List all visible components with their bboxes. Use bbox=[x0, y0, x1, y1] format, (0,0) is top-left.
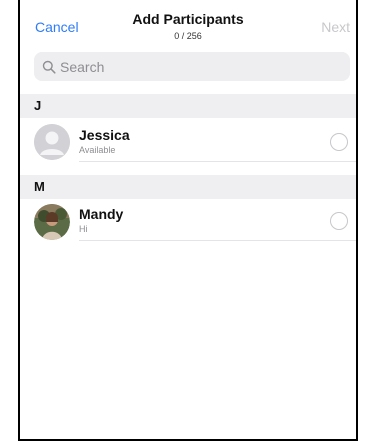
select-radio[interactable] bbox=[330, 133, 348, 151]
contact-status: Hi bbox=[79, 224, 88, 234]
contact-row-jessica[interactable]: Jessica Available bbox=[20, 121, 356, 163]
contact-name: Jessica bbox=[79, 127, 130, 143]
search-icon bbox=[42, 60, 56, 74]
next-button[interactable]: Next bbox=[321, 19, 350, 35]
page-title: Add Participants bbox=[132, 11, 244, 27]
add-participants-screen: Cancel Add Participants 0 / 256 Next Sea… bbox=[18, 0, 358, 441]
search-input[interactable]: Search bbox=[34, 52, 350, 81]
section-header-j: J bbox=[20, 94, 356, 118]
contact-row-mandy[interactable]: Mandy Hi bbox=[20, 201, 356, 243]
section-header-m: M bbox=[20, 175, 356, 199]
row-divider bbox=[79, 240, 356, 241]
select-radio[interactable] bbox=[330, 212, 348, 230]
participant-count: 0 / 256 bbox=[174, 31, 202, 41]
row-divider bbox=[79, 161, 356, 162]
default-avatar-icon bbox=[34, 124, 70, 160]
contact-name: Mandy bbox=[79, 206, 124, 222]
navigation-bar: Cancel Add Participants 0 / 256 Next bbox=[20, 0, 356, 48]
search-placeholder: Search bbox=[60, 58, 105, 75]
photo-avatar bbox=[34, 204, 70, 240]
contact-status: Available bbox=[79, 145, 116, 155]
